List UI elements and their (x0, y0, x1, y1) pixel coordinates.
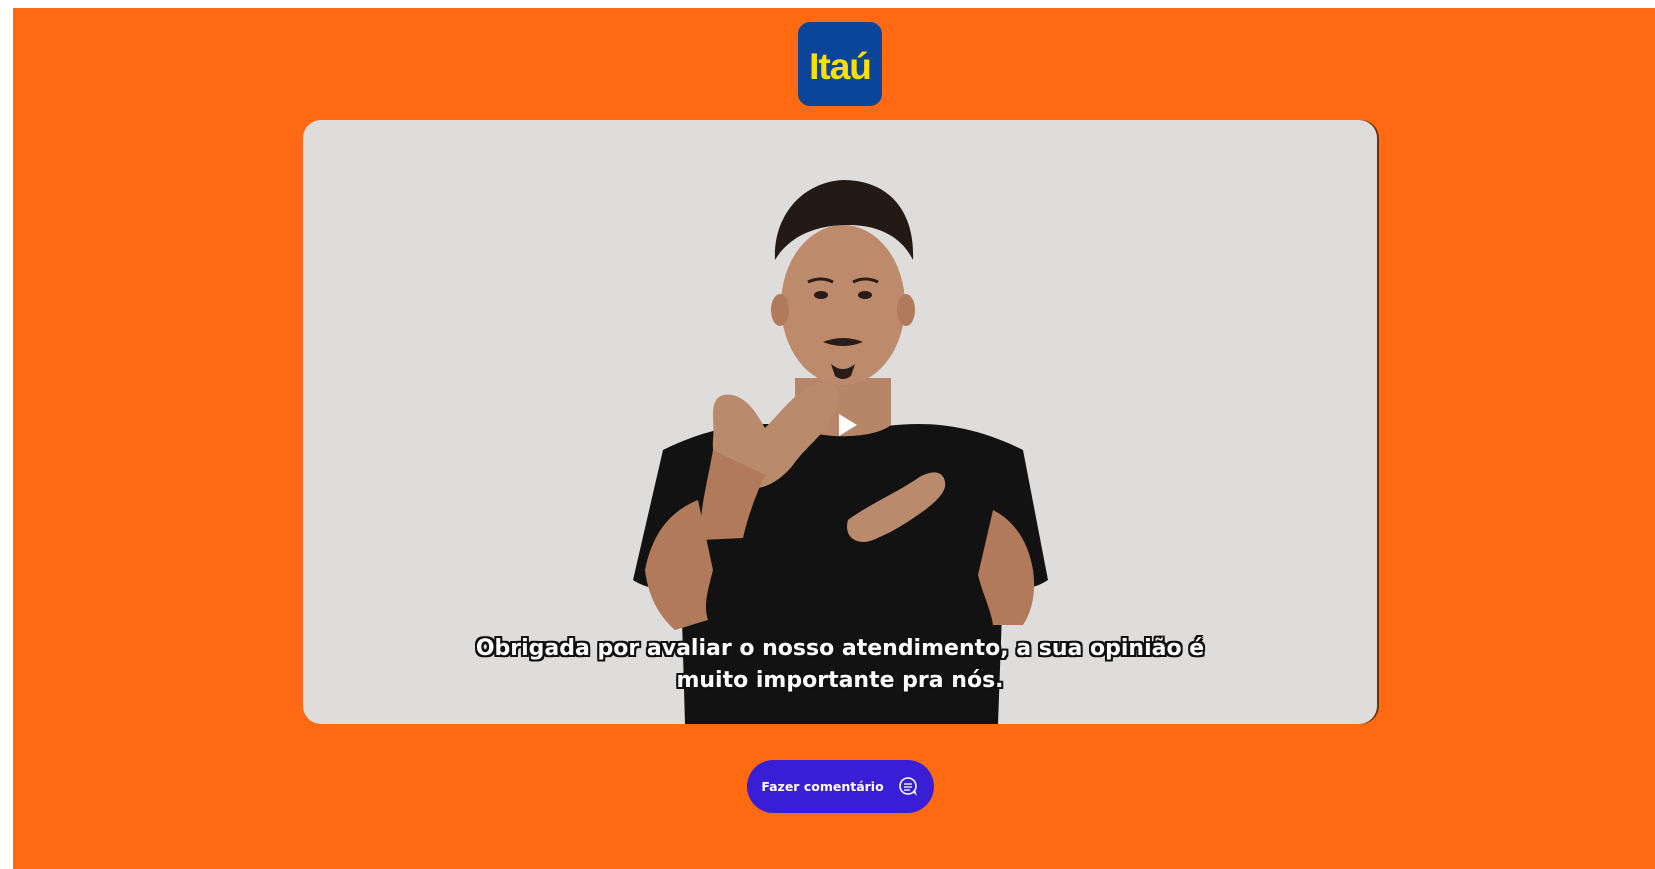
comment-button-label: Fazer comentário (761, 779, 884, 794)
chat-bubble-icon (898, 776, 917, 796)
video-captions: Obrigada por avaliar o nosso atendimento… (303, 633, 1377, 697)
caption-line-2: muito importante pra nós. (676, 668, 1004, 693)
itau-logo: Itaú (798, 22, 882, 106)
make-comment-button[interactable]: Fazer comentário (747, 760, 934, 813)
play-icon[interactable] (833, 410, 861, 440)
logo-text: Itaú (809, 46, 872, 87)
caption-line-1: Obrigada por avaliar o nosso atendimento… (475, 636, 1205, 661)
video-player[interactable]: Obrigada por avaliar o nosso atendimento… (303, 120, 1377, 724)
page-background: Itaú Obrigada por avaliar o nosso atendi… (13, 8, 1655, 869)
